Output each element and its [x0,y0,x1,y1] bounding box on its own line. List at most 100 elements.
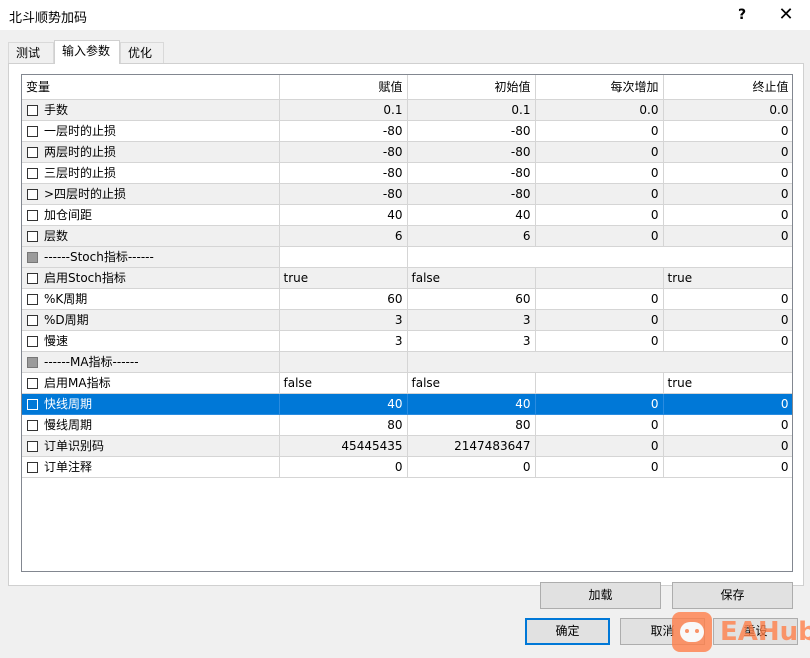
checkbox[interactable] [27,105,38,116]
param-stop-cell[interactable]: 0 [663,330,792,352]
checkbox[interactable] [27,441,38,452]
param-step-cell[interactable]: 0 [535,141,664,163]
param-initial-cell[interactable]: 80 [407,414,536,436]
param-initial-cell[interactable]: 3 [407,330,536,352]
param-stop-cell[interactable]: 0 [663,456,792,478]
table-row[interactable]: 订单注释 0 0 0 0 [22,456,792,478]
param-name-cell[interactable]: 订单识别码 [22,435,280,457]
checkbox[interactable] [27,399,38,410]
param-step-cell[interactable]: 0 [535,393,664,415]
param-value-cell[interactable]: 0 [279,456,408,478]
table-row[interactable]: 慢速 3 3 0 0 [22,330,792,352]
param-name-cell[interactable]: 一层时的止损 [22,120,280,142]
param-stop-cell[interactable]: 0 [663,288,792,310]
param-stop-cell[interactable]: 0 [663,204,792,226]
table-row[interactable]: 层数 6 6 0 0 [22,225,792,247]
checkbox[interactable] [27,273,38,284]
param-initial-cell[interactable]: 2147483647 [407,435,536,457]
tab-test[interactable]: 测试 [8,42,54,63]
table-row[interactable]: 手数 0.1 0.1 0.0 0.0 [22,99,792,121]
param-name-cell[interactable]: 慢速 [22,330,280,352]
checkbox[interactable] [27,294,38,305]
tab-input-params[interactable]: 输入参数 [54,40,120,64]
param-initial-cell[interactable]: 0 [407,456,536,478]
param-name-cell[interactable]: ------Stoch指标------ [22,246,280,268]
param-stop-cell[interactable]: 0.0 [663,99,792,121]
param-stop-cell[interactable]: 0 [663,120,792,142]
param-name-cell[interactable]: 两层时的止损 [22,141,280,163]
param-step-cell[interactable]: 0 [535,309,664,331]
param-value-cell[interactable] [279,351,408,373]
param-value-cell[interactable]: 6 [279,225,408,247]
checkbox[interactable] [27,189,38,200]
param-value-cell[interactable]: 0.1 [279,99,408,121]
param-name-cell[interactable]: 启用Stoch指标 [22,267,280,289]
param-stop-cell[interactable]: 0 [663,225,792,247]
param-stop-cell[interactable]: true [663,372,792,394]
table-row[interactable]: 两层时的止损 -80 -80 0 0 [22,141,792,163]
param-initial-cell[interactable] [407,351,535,373]
checkbox[interactable] [27,210,38,221]
table-row[interactable]: 一层时的止损 -80 -80 0 0 [22,120,792,142]
param-initial-cell[interactable]: 6 [407,225,536,247]
table-row[interactable]: 订单识别码 45445435 2147483647 0 0 [22,435,792,457]
param-step-cell[interactable]: 0 [535,162,664,184]
table-section-row[interactable]: ------Stoch指标------ [22,246,792,268]
param-name-cell[interactable]: 三层时的止损 [22,162,280,184]
param-step-cell[interactable]: 0 [535,120,664,142]
tab-optimize[interactable]: 优化 [120,42,164,63]
param-step-cell[interactable] [535,246,663,268]
param-initial-cell[interactable]: 40 [407,204,536,226]
col-header-stop[interactable]: 终止值 [663,75,792,100]
param-name-cell[interactable]: 慢线周期 [22,414,280,436]
param-value-cell[interactable]: -80 [279,141,408,163]
param-name-cell[interactable]: %D周期 [22,309,280,331]
checkbox[interactable] [27,147,38,158]
param-stop-cell[interactable]: 0 [663,414,792,436]
param-step-cell[interactable] [535,351,663,373]
checkbox[interactable] [27,357,38,368]
param-name-cell[interactable]: %K周期 [22,288,280,310]
param-name-cell[interactable]: 订单注释 [22,456,280,478]
checkbox[interactable] [27,378,38,389]
param-value-cell[interactable]: -80 [279,120,408,142]
param-value-cell[interactable]: true [279,267,408,289]
param-step-cell[interactable]: 0 [535,435,664,457]
param-step-cell[interactable]: 0 [535,288,664,310]
col-header-value[interactable]: 赋值 [279,75,408,100]
param-stop-cell[interactable]: 0 [663,435,792,457]
param-value-cell[interactable]: 3 [279,309,408,331]
param-stop-cell[interactable]: 0 [663,309,792,331]
param-step-cell[interactable] [535,267,664,289]
checkbox[interactable] [27,336,38,347]
param-step-cell[interactable]: 0 [535,414,664,436]
table-row[interactable]: 启用MA指标 false false true [22,372,792,394]
param-step-cell[interactable]: 0 [535,183,664,205]
checkbox[interactable] [27,420,38,431]
param-initial-cell[interactable] [407,246,535,268]
col-header-variable[interactable]: 变量 [22,75,280,100]
checkbox[interactable] [27,315,38,326]
param-stop-cell[interactable]: 0 [663,162,792,184]
param-initial-cell[interactable]: -80 [407,120,536,142]
param-value-cell[interactable]: 45445435 [279,435,408,457]
param-step-cell[interactable]: 0.0 [535,99,664,121]
param-initial-cell[interactable]: 3 [407,309,536,331]
param-stop-cell[interactable] [663,246,792,268]
param-step-cell[interactable] [535,372,664,394]
help-button[interactable]: ? [722,0,762,30]
param-value-cell[interactable]: false [279,372,408,394]
param-step-cell[interactable]: 0 [535,330,664,352]
table-row[interactable]: 启用Stoch指标 true false true [22,267,792,289]
table-row[interactable]: >四层时的止损 -80 -80 0 0 [22,183,792,205]
col-header-initial[interactable]: 初始值 [407,75,536,100]
param-initial-cell[interactable]: -80 [407,183,536,205]
param-value-cell[interactable]: 40 [279,204,408,226]
param-name-cell[interactable]: 启用MA指标 [22,372,280,394]
param-initial-cell[interactable]: false [407,372,536,394]
param-step-cell[interactable]: 0 [535,204,664,226]
checkbox[interactable] [27,168,38,179]
table-row[interactable]: %K周期 60 60 0 0 [22,288,792,310]
checkbox[interactable] [27,252,38,263]
param-value-cell[interactable] [279,246,408,268]
